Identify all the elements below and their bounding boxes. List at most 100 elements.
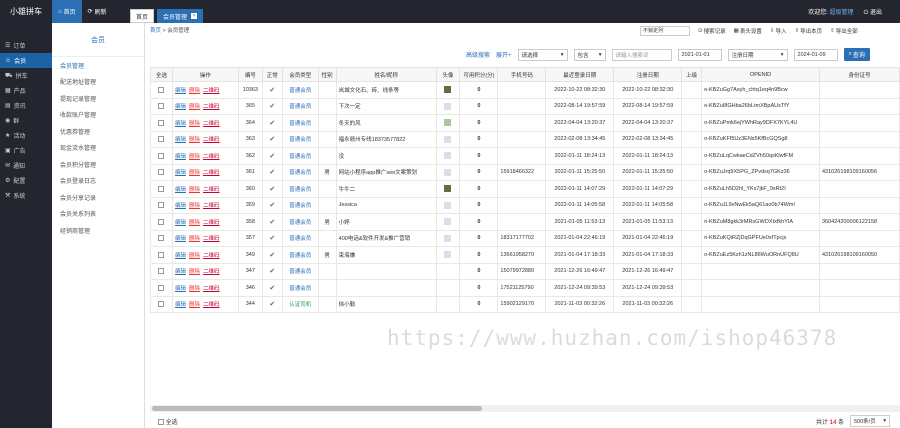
sidebar-item-news[interactable]: ▤ 资讯 [0,98,52,113]
table-row[interactable]: 编辑 删除 二维码 347 ✔ 普通会员 0 15079972880 2021-12-26 16… [150,262,900,280]
table-row[interactable]: 编辑 删除 二维码 359 ✔ 普通会员 Jessica 0 2022-01-11 14:05:… [150,196,900,214]
submenu-item[interactable]: 提现记录管理 [52,90,144,107]
delete-link[interactable]: 删除 [189,253,200,259]
user-link[interactable]: 超级管理 [830,10,854,16]
edit-link[interactable]: 编辑 [175,88,186,94]
qrcode-link[interactable]: 二维码 [203,170,220,176]
qrcode-link[interactable]: 二维码 [203,253,220,259]
edit-link[interactable]: 编辑 [175,220,186,226]
date-to-input[interactable]: 2024-01-09 [793,48,838,61]
table-row[interactable]: 编辑 删除 二维码 362 ✔ 普通会员 没 0 2022-01-11 18:24:13 2022… [150,147,900,165]
import-button[interactable]: ⇩ 导入 [770,27,787,35]
footer-select-all[interactable]: 全选 [158,417,178,426]
window-tab-member[interactable]: 会员管理 × [157,9,204,23]
field-select[interactable]: 请选择 ▾ [517,48,568,61]
delete-link[interactable]: 删除 [189,154,200,160]
table-row[interactable]: 编辑 删除 二维码 346 ✔ 普通会员 0 17521125790 2021-12-24 09… [150,279,900,297]
edit-link[interactable]: 编辑 [175,302,186,308]
checkbox[interactable] [158,418,164,425]
qrcode-link[interactable]: 二维码 [203,154,220,160]
delete-link[interactable]: 删除 [189,88,200,94]
submenu-item[interactable]: 经销商管理 [52,222,144,239]
sidebar-item-notice[interactable]: ✉ 通知 [0,158,52,173]
submenu-item[interactable]: 会员分享记录 [52,189,144,206]
row-checkbox[interactable] [158,218,165,225]
row-checkbox[interactable] [158,185,165,192]
column-header[interactable]: 注册日期 [613,67,683,82]
column-header[interactable]: 可用积分(分) [459,67,499,82]
row-checkbox[interactable] [158,301,165,308]
scrollbar-thumb[interactable] [152,406,482,411]
horizontal-scrollbar[interactable] [150,405,900,412]
table-row[interactable]: 编辑 删除 二维码 357 ✔ 普通会员 400电话&软件开发&推广营销 0 183171777… [150,229,900,247]
edit-link[interactable]: 编辑 [175,236,186,242]
column-header[interactable]: 手机号码 [497,67,547,82]
column-header[interactable]: 全选 [150,67,173,82]
advanced-search-link[interactable]: 高级搜索 [466,50,490,59]
sidebar-item-member[interactable]: ☺ 会员 [0,53,52,68]
table-row[interactable]: 编辑 删除 二维码 365 ✔ 普通会员 下次一定 0 2022-08-14 19:57:59 2… [150,97,900,115]
column-header[interactable]: 头像 [435,67,461,82]
submenu-item[interactable]: 会员关系列表 [52,206,144,223]
search-record-button[interactable]: ⊙ 搜索记录 [698,27,726,35]
sidebar-item-group[interactable]: ◉ 群 [0,113,52,128]
qrcode-link[interactable]: 二维码 [203,104,220,110]
export-all-button[interactable]: ⇧ 导出全部 [830,27,858,35]
qrcode-link[interactable]: 二维码 [203,220,220,226]
logout-button[interactable]: ⏻ 退出 [864,7,882,17]
edit-link[interactable]: 编辑 [175,154,186,160]
qrcode-link[interactable]: 二维码 [203,187,220,193]
row-checkbox[interactable] [158,235,165,242]
row-checkbox[interactable] [158,119,165,126]
export-page-button[interactable]: ⇧ 导出本页 [794,27,822,35]
submenu-item[interactable]: 收款账户管理 [52,107,144,124]
top-tab-home[interactable]: ⌂ 首页 [52,0,82,23]
delete-link[interactable]: 删除 [189,121,200,127]
search-button[interactable]: ⌕ 查询 [843,48,870,61]
edit-link[interactable]: 编辑 [175,253,186,259]
table-row[interactable]: 编辑 删除 二维码 10363 ✔ 普通会员 岚城文化石、砖、线条等 0 2022-10-22 … [150,81,900,99]
qrcode-link[interactable]: 二维码 [203,137,220,143]
sidebar-item-system[interactable]: ⚒ 系统 [0,188,52,203]
qrcode-link[interactable]: 二维码 [203,269,220,275]
delete-link[interactable]: 删除 [189,286,200,292]
top-tab-refresh[interactable]: ⟳ 刷新 [82,0,113,23]
submenu-item[interactable]: 优惠券管理 [52,123,144,140]
column-header[interactable]: OPENID [701,67,820,82]
table-row[interactable]: 编辑 删除 二维码 364 ✔ 普通会员 冬天的风 0 2022-04-04 13:20:37 2… [150,114,900,132]
expand-link[interactable]: 展开+ [496,50,512,59]
delete-link[interactable]: 删除 [189,187,200,193]
page-size-select[interactable]: 500条/页 ▾ [850,415,890,427]
sidebar-item-carpool[interactable]: ⛟ 拼车 [0,68,52,83]
submenu-item[interactable]: 会员积分管理 [52,156,144,173]
submenu-item[interactable]: 会员管理 [52,57,144,74]
column-header[interactable]: 操作 [171,67,239,82]
date-from-input[interactable]: 2021-01-01 [677,48,722,61]
column-header[interactable]: 性别 [317,67,337,82]
column-header[interactable]: 姓名/昵称 [335,67,437,82]
delete-link[interactable]: 删除 [189,220,200,226]
edit-link[interactable]: 编辑 [175,170,186,176]
row-checkbox[interactable] [158,251,165,258]
row-checkbox[interactable] [158,202,165,209]
delete-link[interactable]: 删除 [189,269,200,275]
edit-link[interactable]: 编辑 [175,121,186,127]
table-row[interactable]: 编辑 删除 二维码 349 ✔ 普通会员男束海嫌 0 13661958270 2021-01-0… [150,246,900,264]
delete-link[interactable]: 删除 [189,302,200,308]
table-row[interactable]: 编辑 删除 二维码 358 ✔ 普通会员男小婷 0 2021-01-05 11:53:13 20… [150,213,900,231]
column-header[interactable]: 正常 [261,67,283,82]
table-row[interactable]: 编辑 删除 二维码 363 ✔ 普通会员 福永赣州专线18373577822 0 2022-02… [150,130,900,148]
date-field-select[interactable]: 注册日期 ▾ [727,48,788,61]
delete-link[interactable]: 删除 [189,104,200,110]
column-header[interactable]: 会员类型 [281,67,319,82]
delete-link[interactable]: 删除 [189,236,200,242]
breadcrumb-home[interactable]: 首页 [150,28,161,34]
submenu-item[interactable]: 现金流水管理 [52,140,144,157]
qrcode-link[interactable]: 二维码 [203,88,220,94]
edit-link[interactable]: 编辑 [175,187,186,193]
table-row[interactable]: 编辑 删除 二维码 361 ✔ 普通会员男网站小程序app推广seo文案策划 0 159184… [150,163,900,181]
close-icon[interactable]: × [191,13,198,19]
submenu-item[interactable]: 配送地址管理 [52,74,144,91]
row-checkbox[interactable] [158,152,165,159]
column-header[interactable]: 身份证号 [819,67,900,82]
